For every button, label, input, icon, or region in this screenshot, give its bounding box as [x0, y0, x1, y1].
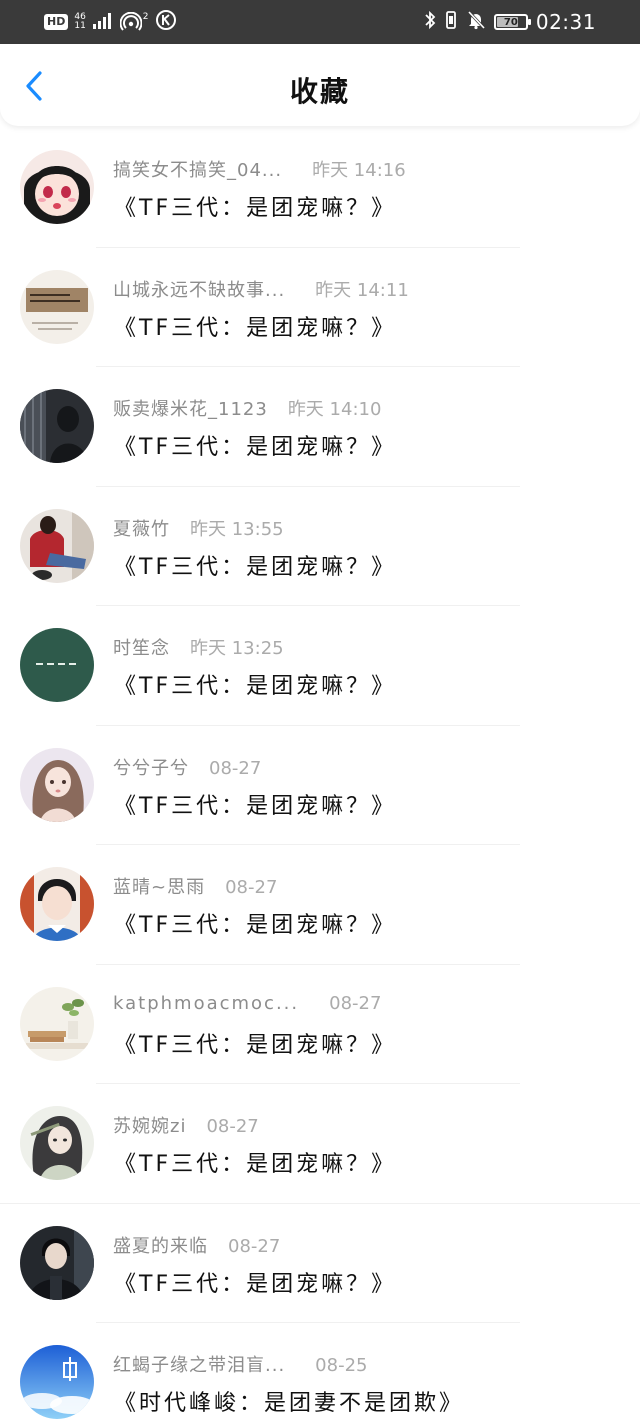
status-bar-right: 70 02:31 — [424, 10, 596, 34]
network-type-bottom: 11 — [74, 21, 86, 31]
list-item[interactable]: 贩卖爆米花_1123 昨天 14:10 《TF三代：是团宠嘛？》 — [0, 367, 640, 487]
author-name: 盛夏的来临 — [113, 1235, 208, 1257]
author-name: 苏婉婉zi — [113, 1116, 187, 1137]
avatar — [20, 1225, 94, 1300]
avatar — [20, 269, 94, 344]
page-title: 收藏 — [289, 75, 350, 108]
hd-badge: HD — [44, 14, 69, 30]
list-item[interactable]: 山城永远不缺故事... 昨天 14:11 《TF三代：是团宠嘛？》 — [0, 248, 640, 367]
favorites-list: 搞笑女不搞笑_04... 昨天 14:16 《TF三代：是团宠嘛？》 山城永远不… — [0, 128, 640, 1422]
author-name: katphmoacmoc... — [113, 992, 300, 1014]
network-type: 46 11 — [74, 13, 85, 31]
bell-muted-icon — [466, 10, 486, 34]
list-item[interactable]: 时笙念 昨天 13:25 《TF三代：是团宠嘛？》 — [0, 606, 640, 726]
bluetooth-icon — [424, 10, 436, 34]
item-meta: 贩卖爆米花_1123 昨天 14:10 — [113, 395, 382, 420]
item-time: 08-25 — [315, 1355, 368, 1376]
item-meta: katphmoacmoc... 08-27 — [113, 993, 381, 1017]
author-name: 红蝎子缘之带泪盲... — [113, 1355, 286, 1376]
avatar — [20, 747, 94, 822]
k-app-icon — [155, 9, 177, 35]
item-time: 昨天 13:25 — [190, 638, 284, 659]
clock: 02:31 — [535, 10, 596, 34]
author-name: 贩卖爆米花_1123 — [113, 399, 268, 420]
vibrate-icon — [444, 10, 458, 34]
item-meta: 苏婉婉zi 08-27 — [113, 1112, 259, 1137]
story-title: 《TF三代：是团宠嘛？》 — [114, 196, 397, 221]
avatar — [20, 508, 94, 583]
item-meta: 时笙念 昨天 13:25 — [113, 634, 284, 659]
list-item[interactable]: 兮兮子兮 08-27 《TF三代：是团宠嘛？》 — [0, 726, 640, 845]
item-meta: 搞笑女不搞笑_04... 昨天 14:16 — [113, 156, 406, 181]
story-title: 《TF三代：是团宠嘛？》 — [114, 1032, 397, 1058]
story-title: 《时代峰峻：是团妻不是团欺》 — [114, 1391, 465, 1416]
avatar — [20, 1106, 94, 1180]
item-meta: 蓝晴~思雨 08-27 — [113, 873, 278, 898]
story-title: 《TF三代：是团宠嘛？》 — [114, 315, 397, 341]
avatar — [20, 628, 94, 702]
list-item[interactable]: 苏婉婉zi 08-27 《TF三代：是团宠嘛？》 — [0, 1084, 640, 1204]
hotspot-count: 2 — [142, 12, 149, 22]
list-item[interactable]: katphmoacmoc... 08-27 《TF三代：是团宠嘛？》 — [0, 965, 640, 1084]
status-bar-left: HD 46 11 2 — [44, 10, 177, 34]
app-header: 收藏 — [0, 44, 640, 126]
status-bar: HD 46 11 2 70 02:31 — [0, 0, 640, 44]
item-time: 08-27 — [225, 877, 278, 898]
battery-level: 70 — [503, 16, 518, 28]
list-item[interactable]: 夏薇竹 昨天 13:55 《TF三代：是团宠嘛？》 — [0, 487, 640, 606]
author-name: 山城永远不缺故事... — [113, 279, 286, 301]
avatar — [20, 986, 94, 1061]
author-name: 兮兮子兮 — [113, 757, 189, 779]
story-title: 《TF三代：是团宠嘛？》 — [114, 1271, 397, 1297]
story-title: 《TF三代：是团宠嘛？》 — [114, 1152, 397, 1177]
story-title: 《TF三代：是团宠嘛？》 — [114, 435, 397, 460]
list-item[interactable]: 盛夏的来临 08-27 《TF三代：是团宠嘛？》 — [0, 1204, 640, 1323]
avatar — [20, 150, 94, 224]
author-name: 蓝晴~思雨 — [113, 877, 206, 898]
list-item[interactable]: 红蝎子缘之带泪盲... 08-25 《时代峰峻：是团妻不是团欺》 — [0, 1323, 640, 1422]
item-meta: 夏薇竹 昨天 13:55 — [113, 515, 284, 540]
story-title: 《TF三代：是团宠嘛？》 — [114, 793, 397, 819]
author-name: 搞笑女不搞笑_04... — [113, 160, 283, 181]
author-name: 时笙念 — [113, 638, 170, 659]
story-title: 《TF三代：是团宠嘛？》 — [114, 554, 397, 580]
signal-icon — [92, 11, 114, 33]
avatar — [20, 867, 94, 941]
battery-icon: 70 — [493, 14, 531, 30]
item-time: 08-27 — [209, 757, 262, 779]
avatar — [20, 389, 94, 463]
item-meta: 山城永远不缺故事... 昨天 14:11 — [113, 276, 409, 301]
item-time: 08-27 — [228, 1235, 281, 1257]
hotspot-icon: 2 — [119, 12, 149, 32]
item-time: 08-27 — [206, 1116, 259, 1137]
item-time: 昨天 13:55 — [190, 518, 284, 540]
author-name: 夏薇竹 — [113, 518, 170, 540]
story-title: 《TF三代：是团宠嘛？》 — [114, 913, 397, 938]
item-time: 昨天 14:16 — [312, 160, 406, 181]
avatar — [20, 1345, 94, 1419]
list-item[interactable]: 蓝晴~思雨 08-27 《TF三代：是团宠嘛？》 — [0, 845, 640, 965]
item-meta: 红蝎子缘之带泪盲... 08-25 — [113, 1351, 368, 1376]
item-time: 昨天 14:10 — [287, 399, 382, 420]
item-meta: 盛夏的来临 08-27 — [113, 1232, 281, 1257]
story-title: 《TF三代：是团宠嘛？》 — [114, 674, 397, 699]
item-time: 昨天 14:11 — [315, 279, 409, 301]
item-meta: 兮兮子兮 08-27 — [113, 754, 262, 779]
list-item[interactable]: 搞笑女不搞笑_04... 昨天 14:16 《TF三代：是团宠嘛？》 — [0, 128, 640, 248]
item-time: 08-27 — [329, 992, 382, 1014]
